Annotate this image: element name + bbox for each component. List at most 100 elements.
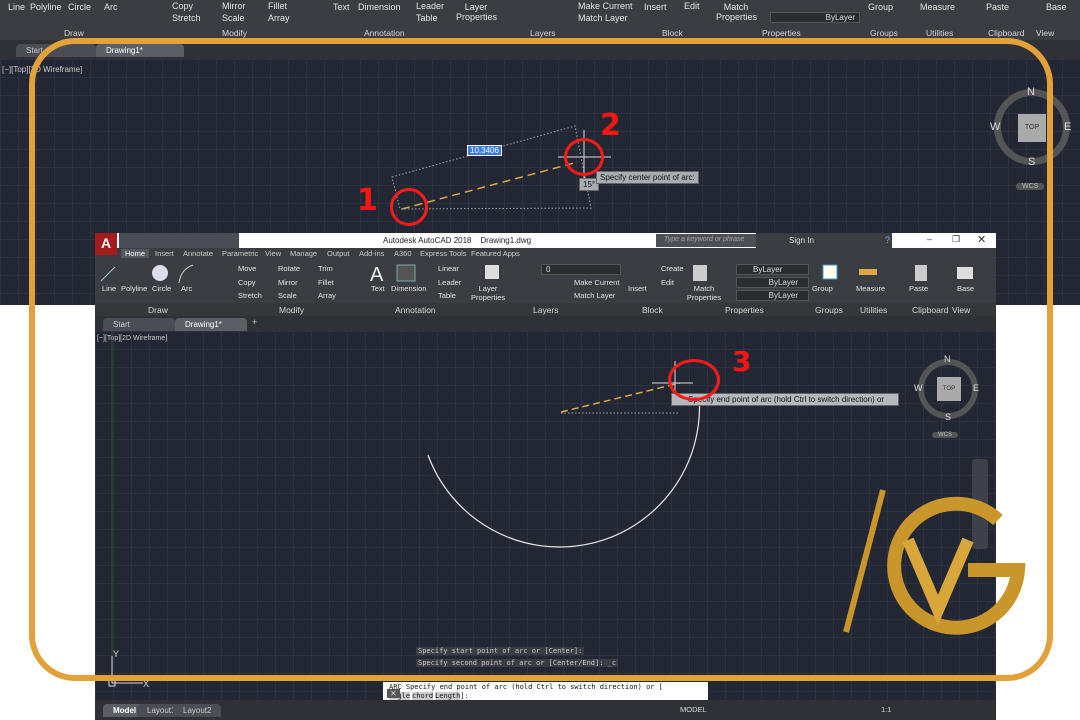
tab-start[interactable]: Start: [103, 318, 175, 331]
bg-polyline-button[interactable]: Polyline: [30, 2, 62, 12]
match-layer-button[interactable]: Match Layer: [574, 291, 615, 300]
bg-match-layer-button[interactable]: Match Layer: [578, 13, 628, 23]
bg-circle-button[interactable]: Circle: [68, 2, 91, 12]
layer-properties-button[interactable]: Layer Properties: [471, 284, 505, 302]
bg-panel-modify[interactable]: Modify: [222, 28, 247, 38]
quick-access-toolbar[interactable]: [119, 233, 239, 248]
bg-base-button[interactable]: Base: [1046, 2, 1067, 12]
bg-panel-properties[interactable]: Properties: [762, 28, 801, 38]
bg-leader-button[interactable]: Leader: [416, 1, 444, 11]
bg-arc-button[interactable]: Arc: [104, 2, 118, 12]
maximize-button[interactable]: ❐: [952, 234, 960, 245]
bg-fillet-button[interactable]: Fillet: [268, 1, 287, 11]
bg-scale-button[interactable]: Scale: [222, 13, 245, 23]
bg-paste-button[interactable]: Paste: [986, 2, 1009, 12]
minimize-button[interactable]: –: [927, 234, 932, 244]
bg-layer-properties-button[interactable]: Layer Properties: [456, 2, 497, 22]
table-button[interactable]: Table: [438, 291, 456, 300]
panel-modify[interactable]: Modify: [279, 305, 304, 315]
ribbon-tab-output[interactable]: Output: [327, 249, 350, 258]
status-model-button[interactable]: MODEL: [680, 705, 707, 714]
help-icon[interactable]: ?: [885, 235, 890, 245]
array-button[interactable]: Array: [318, 291, 336, 300]
layout-tab-layout2[interactable]: Layout2: [173, 704, 222, 717]
paste-button[interactable]: Paste: [909, 284, 928, 293]
linetype-combo[interactable]: ByLayer: [736, 277, 809, 288]
bg-panel-utilities[interactable]: Utilities: [926, 28, 953, 38]
mirror-button[interactable]: Mirror: [278, 278, 298, 287]
bg-stretch-button[interactable]: Stretch: [172, 13, 201, 23]
bg-compass-n[interactable]: N: [1027, 86, 1035, 98]
panel-utilities[interactable]: Utilities: [860, 305, 887, 315]
polyline-button[interactable]: Polyline: [121, 284, 147, 293]
option-chord[interactable]: chord: [412, 692, 434, 700]
bg-make-current-button[interactable]: Make Current: [578, 1, 633, 11]
layer-combo[interactable]: 0: [541, 264, 621, 275]
command-line[interactable]: ARC Specify end point of arc (hold Ctrl …: [383, 682, 708, 702]
linear-button[interactable]: Linear: [438, 264, 459, 273]
panel-annotation[interactable]: Annotation: [395, 305, 436, 315]
annotation-scale[interactable]: 1:1: [881, 705, 891, 714]
trim-button[interactable]: Trim: [318, 264, 333, 273]
bg-panel-view[interactable]: View: [1036, 28, 1054, 38]
close-button[interactable]: ✕: [977, 233, 986, 246]
compass-e[interactable]: E: [973, 383, 979, 393]
bg-compass-e[interactable]: E: [1064, 121, 1071, 133]
bg-table-button[interactable]: Table: [416, 13, 438, 23]
stretch-button[interactable]: Stretch: [238, 291, 262, 300]
bg-array-button[interactable]: Array: [268, 13, 290, 23]
bg-edit-button[interactable]: Edit: [684, 1, 700, 11]
circle-button[interactable]: Circle: [152, 284, 171, 293]
bg-compass-s[interactable]: S: [1028, 156, 1035, 168]
bg-panel-layers[interactable]: Layers: [530, 28, 556, 38]
line-button[interactable]: Line: [102, 284, 116, 293]
leader-button[interactable]: Leader: [438, 278, 461, 287]
edit-button[interactable]: Edit: [661, 278, 674, 287]
lineweight-combo[interactable]: ByLayer: [736, 290, 809, 301]
ribbon-tab-featured-apps[interactable]: Featured Apps: [471, 249, 520, 258]
make-current-button[interactable]: Make Current: [574, 278, 619, 287]
ribbon-tab-a360[interactable]: A360: [394, 249, 412, 258]
panel-groups[interactable]: Groups: [815, 305, 843, 315]
bg-dimension-button[interactable]: Dimension: [358, 2, 401, 12]
ribbon-tab-home[interactable]: Home: [121, 249, 150, 258]
scale-button[interactable]: Scale: [278, 291, 297, 300]
bg-panel-groups[interactable]: Groups: [870, 28, 898, 38]
text-button[interactable]: Text: [371, 284, 385, 293]
panel-clipboard[interactable]: Clipboard: [912, 305, 948, 315]
measure-button[interactable]: Measure: [856, 284, 885, 293]
ribbon-tab-insert[interactable]: Insert: [155, 249, 174, 258]
bg-compass-w[interactable]: W: [990, 121, 1000, 133]
bg-panel-draw[interactable]: Draw: [64, 28, 84, 38]
match-properties-button[interactable]: Match Properties: [686, 284, 722, 302]
bg-line-button[interactable]: Line: [8, 2, 25, 12]
insert-button[interactable]: Insert: [628, 284, 647, 293]
dimension-button[interactable]: Dimension: [391, 284, 426, 293]
group-button[interactable]: Group: [812, 284, 833, 293]
arc-button[interactable]: Arc: [181, 284, 192, 293]
panel-properties[interactable]: Properties: [725, 305, 764, 315]
bg-linetype-combo[interactable]: ByLayer: [770, 12, 860, 23]
bg-copy-button[interactable]: Copy: [172, 1, 193, 11]
bg-panel-annotation[interactable]: Annotation: [364, 28, 405, 38]
bg-panel-block[interactable]: Block: [662, 28, 683, 38]
bg-dynamic-input[interactable]: 10.3406: [467, 145, 502, 156]
fillet-button[interactable]: Fillet: [318, 278, 334, 287]
panel-draw[interactable]: Draw: [148, 305, 168, 315]
base-button[interactable]: Base: [957, 284, 974, 293]
new-tab-button[interactable]: +: [252, 317, 257, 327]
ribbon-tab-manage[interactable]: Manage: [290, 249, 317, 258]
bg-wcs-button[interactable]: WCS: [1016, 183, 1045, 190]
create-button[interactable]: Create: [661, 264, 684, 273]
bg-group-button[interactable]: Group: [868, 2, 893, 12]
rotate-button[interactable]: Rotate: [278, 264, 300, 273]
panel-block[interactable]: Block: [642, 305, 663, 315]
bg-measure-button[interactable]: Measure: [920, 2, 955, 12]
bg-insert-button[interactable]: Insert: [644, 2, 667, 12]
ribbon-tab-parametric[interactable]: Parametric: [222, 249, 258, 258]
app-menu-button[interactable]: A: [95, 233, 117, 255]
ribbon-tab-addins[interactable]: Add-ins: [359, 249, 384, 258]
panel-view[interactable]: View: [952, 305, 970, 315]
tab-drawing1[interactable]: Drawing1*: [175, 318, 247, 331]
wcs-button[interactable]: WCS: [932, 432, 958, 438]
